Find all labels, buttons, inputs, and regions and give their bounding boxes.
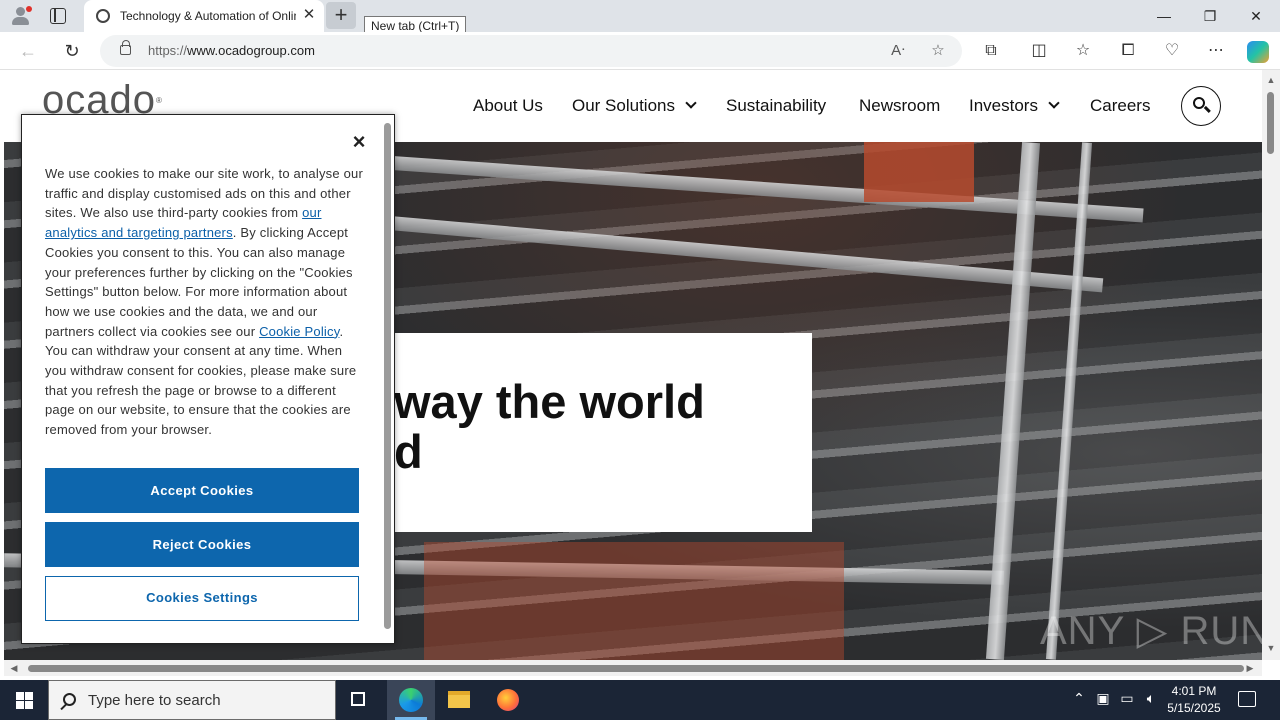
lock-icon[interactable] <box>120 40 131 55</box>
vertical-scrollbar[interactable]: ▲ ▼ <box>1262 70 1280 660</box>
scroll-down-icon[interactable]: ▼ <box>1265 642 1277 654</box>
cookies-settings-button[interactable]: Cookies Settings <box>45 576 359 621</box>
horizontal-scroll-thumb[interactable] <box>28 665 1244 672</box>
collections-icon[interactable]: ⧠ <box>1117 41 1139 61</box>
search-icon <box>63 693 76 706</box>
vertical-scroll-thumb[interactable] <box>1267 92 1274 154</box>
network-icon[interactable]: ▭ <box>1117 690 1137 707</box>
site-search-button[interactable] <box>1181 86 1221 126</box>
nav-our-solutions[interactable]: Our Solutions <box>572 96 697 116</box>
chevron-down-icon <box>685 97 697 109</box>
browser-tab-active[interactable]: Technology & Automation of Online Grocer… <box>84 0 324 32</box>
notification-icon[interactable] <box>1238 691 1256 707</box>
volume-icon[interactable]: 🔈︎ <box>1141 690 1161 707</box>
window-close-button[interactable]: ✕ <box>1233 0 1279 32</box>
firefox-icon[interactable] <box>484 680 532 720</box>
taskbar-search-placeholder: Type here to search <box>88 692 221 709</box>
horizontal-scrollbar[interactable]: ◀ ▶ <box>4 660 1262 676</box>
chevron-up-icon[interactable]: ⌃ <box>1069 690 1089 707</box>
nav-careers[interactable]: Careers <box>1090 96 1150 116</box>
nav-about-us[interactable]: About Us <box>473 96 543 116</box>
more-menu-icon[interactable]: ⋯ <box>1205 41 1227 61</box>
favorites-icon[interactable]: ☆ <box>1072 41 1094 61</box>
profile-icon[interactable] <box>10 6 32 26</box>
favorite-star-icon[interactable]: ☆ <box>927 41 949 61</box>
clock-time: 4:01 PM <box>1171 684 1217 698</box>
new-tab-button[interactable]: + <box>326 2 356 29</box>
split-screen-icon[interactable]: ◫ <box>1028 41 1050 61</box>
back-arrow-icon[interactable]: ← <box>14 38 42 64</box>
accept-cookies-button[interactable]: Accept Cookies <box>45 468 359 513</box>
address-bar[interactable]: https://www.ocadogroup.com Aᐧ ☆ <box>100 35 962 67</box>
red-crate <box>864 142 974 202</box>
browser-essentials-icon[interactable]: ♡ <box>1161 41 1183 61</box>
browser-title-bar: Technology & Automation of Online Grocer… <box>0 0 1280 37</box>
copilot-icon[interactable] <box>1247 41 1269 63</box>
red-crate <box>424 542 844 660</box>
close-icon[interactable]: × <box>348 131 370 153</box>
cookie-consent-dialog: × We use cookies to make our site work, … <box>21 114 395 644</box>
refresh-icon[interactable]: ↻ <box>58 38 86 64</box>
dialog-scrollbar[interactable] <box>384 123 391 629</box>
cookie-description: We use cookies to make our site work, to… <box>45 166 363 438</box>
taskbar-search-box[interactable]: Type here to search <box>48 680 336 720</box>
tab-actions-icon[interactable] <box>50 8 66 24</box>
scroll-right-icon[interactable]: ▶ <box>1244 662 1256 674</box>
extensions-icon[interactable]: ⧉ <box>980 41 1002 61</box>
clock-date: 5/15/2025 <box>1167 701 1221 715</box>
minimize-button[interactable]: — <box>1141 0 1187 32</box>
machine-rail <box>384 215 1104 293</box>
chevron-down-icon <box>1048 97 1060 109</box>
tab-close-icon[interactable]: ✕ <box>300 6 318 24</box>
browser-toolbar: ← ↻ https://www.ocadogroup.com Aᐧ ☆ ⧉ ◫ … <box>0 32 1280 70</box>
device-icon[interactable]: ▣ <box>1093 690 1113 707</box>
windows-taskbar: Type here to search ⌃ ▣ ▭ 🔈︎ 4:01 PM 5/1… <box>0 680 1280 720</box>
reject-cookies-button[interactable]: Reject Cookies <box>45 522 359 567</box>
task-view-icon[interactable] <box>336 680 384 720</box>
nav-sustainability[interactable]: Sustainability <box>726 96 826 116</box>
cookie-policy-link[interactable]: Cookie Policy <box>259 324 339 339</box>
tab-title: Technology & Automation of Online Grocer… <box>120 9 296 23</box>
anyrun-watermark: ANY ▷ RUN <box>1040 609 1262 653</box>
read-aloud-icon[interactable]: Aᐧ <box>887 41 909 61</box>
loading-favicon-icon <box>96 9 110 23</box>
restore-button[interactable]: ❐ <box>1187 0 1233 32</box>
edge-taskbar-icon[interactable] <box>387 680 435 720</box>
nav-newsroom[interactable]: Newsroom <box>859 96 940 116</box>
nav-investors[interactable]: Investors <box>969 96 1060 116</box>
taskbar-clock[interactable]: 4:01 PM 5/15/2025 <box>1164 683 1224 717</box>
machine-post <box>1045 142 1093 660</box>
scroll-left-icon[interactable]: ◀ <box>8 662 20 674</box>
scroll-up-icon[interactable]: ▲ <box>1265 74 1277 86</box>
url-text[interactable]: https://www.ocadogroup.com <box>148 43 315 58</box>
machine-post <box>985 142 1041 660</box>
windows-start-button[interactable] <box>0 680 48 720</box>
hero-heading: way the world d <box>394 375 705 478</box>
file-explorer-icon[interactable] <box>435 680 483 720</box>
